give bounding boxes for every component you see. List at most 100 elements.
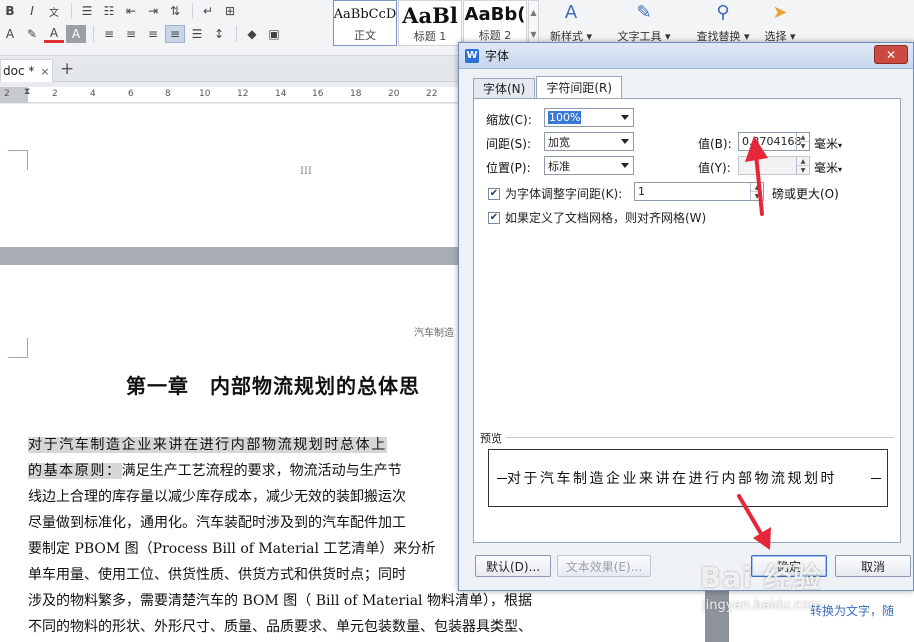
step-down-icon[interactable]: ▼ bbox=[797, 165, 809, 174]
ruler-tick: 12 bbox=[237, 89, 249, 99]
chevron-down-icon bbox=[621, 139, 629, 144]
ruler-tick: 10 bbox=[199, 89, 211, 99]
bold-icon[interactable]: B bbox=[0, 2, 20, 20]
convert-to-text-link[interactable]: 转换为文字，随 bbox=[810, 602, 894, 619]
chevron-down-icon bbox=[621, 115, 629, 120]
kerning-checkbox[interactable]: ✔ bbox=[488, 187, 500, 200]
increase-indent-icon[interactable]: ⇥ bbox=[143, 2, 163, 20]
italic-icon[interactable]: I bbox=[22, 2, 42, 20]
wps-logo-icon: W bbox=[465, 48, 479, 63]
kerning-checkbox-row[interactable]: ✔ 为字体调整字间距(K): bbox=[488, 185, 622, 202]
preview-label: 预览 bbox=[480, 432, 502, 445]
font-dialog: W 字体 ✕ 字体(N) 字符间距(R) 缩放(C): 100% 间距(S): … bbox=[458, 42, 914, 591]
snap-grid-checkbox[interactable]: ✔ bbox=[488, 211, 500, 224]
ok-button[interactable]: 确定 bbox=[751, 555, 827, 577]
style-gallery-scroll[interactable]: ▲ ▼ bbox=[528, 0, 539, 46]
wrench-icon: ✎ bbox=[636, 2, 652, 23]
position-value-input[interactable]: ▲ ▼ bbox=[738, 156, 810, 175]
phonetic-guide-icon[interactable]: 文 bbox=[44, 2, 64, 20]
new-tab-icon[interactable]: + bbox=[60, 60, 74, 78]
char-shading-icon[interactable]: A bbox=[66, 25, 86, 43]
highlight-icon[interactable]: ✎ bbox=[22, 25, 42, 43]
page-gap bbox=[0, 247, 460, 265]
ruler-tick: 2 bbox=[52, 89, 58, 99]
ruler-tick: 22 bbox=[426, 89, 438, 99]
paragraph-line: 涉及的物料繁多，需要清楚汽车的 BOM 图（ Bill of Material … bbox=[28, 593, 532, 609]
decrease-indent-icon[interactable]: ⇤ bbox=[121, 2, 141, 20]
margin-corner-mark bbox=[8, 150, 28, 170]
scroll-up-icon[interactable]: ▲ bbox=[530, 8, 536, 17]
position-unit-select[interactable]: 毫米▾ bbox=[814, 159, 842, 176]
kerning-stepper[interactable]: ▲ ▼ bbox=[750, 183, 763, 200]
dialog-titlebar[interactable]: W 字体 ✕ bbox=[459, 43, 913, 69]
clear-format-icon[interactable]: A bbox=[0, 25, 20, 43]
cancel-button[interactable]: 取消 bbox=[835, 555, 911, 577]
spacing-value-input[interactable]: 0.3704168 ▲ ▼ bbox=[738, 132, 810, 151]
document-tab[interactable]: doc * × bbox=[0, 59, 53, 82]
border-icon[interactable]: ▣ bbox=[264, 25, 284, 43]
style-preview: AaBb( bbox=[464, 4, 526, 25]
tab-character-spacing[interactable]: 字符间距(R) bbox=[536, 76, 623, 98]
close-tab-icon[interactable]: × bbox=[40, 65, 49, 78]
shading-icon[interactable]: ◆ bbox=[242, 25, 262, 43]
step-up-icon[interactable]: ▲ bbox=[797, 133, 809, 141]
style-preview: AaBbCcD bbox=[333, 7, 397, 22]
default-button[interactable]: 默认(D)... bbox=[475, 555, 551, 577]
ruler-tick: 8 bbox=[165, 89, 171, 99]
align-justify-icon[interactable]: ≡ bbox=[165, 25, 185, 43]
style-heading-2[interactable]: AaBb( 标题 2 bbox=[463, 0, 527, 46]
scroll-down-icon[interactable]: ▼ bbox=[530, 30, 536, 39]
document-page-1[interactable] bbox=[0, 104, 460, 247]
step-down-icon[interactable]: ▼ bbox=[751, 191, 763, 200]
snap-grid-checkbox-row[interactable]: ✔ 如果定义了文档网格，则对齐网格(W) bbox=[488, 209, 706, 226]
ruler-tick: 14 bbox=[275, 89, 287, 99]
scale-select[interactable]: 100% bbox=[544, 108, 634, 127]
position-select[interactable]: 标准 bbox=[544, 156, 634, 175]
text-tools-button[interactable]: ✎ 文字工具 ▾ bbox=[612, 0, 676, 46]
style-name: 标题 1 bbox=[413, 30, 447, 43]
spacing-unit-select[interactable]: 毫米▾ bbox=[814, 135, 842, 152]
style-normal[interactable]: AaBbCcD 正文 bbox=[333, 0, 397, 46]
style-name: 标题 2 bbox=[478, 29, 512, 42]
select-button[interactable]: ➤ 选择 ▾ bbox=[760, 0, 800, 46]
style-heading-1[interactable]: AaBl 标题 1 bbox=[398, 0, 462, 46]
tab-font[interactable]: 字体(N) bbox=[473, 78, 536, 98]
style-preview: AaBl bbox=[402, 3, 458, 28]
step-down-icon[interactable]: ▼ bbox=[797, 141, 809, 150]
margin-corner-mark bbox=[8, 338, 28, 358]
line-spacing-icon[interactable]: ↕ bbox=[209, 25, 229, 43]
align-right-icon[interactable]: ≡ bbox=[143, 25, 163, 43]
horizontal-ruler[interactable]: 2 2 4 6 8 10 12 14 16 18 20 22 ⧗ bbox=[0, 87, 460, 103]
spacing-label: 间距(S): bbox=[486, 137, 532, 151]
new-style-button[interactable]: A 新样式 ▾ bbox=[546, 0, 596, 46]
align-left-icon[interactable]: ≡ bbox=[99, 25, 119, 43]
numbered-list-icon[interactable]: ☷ bbox=[99, 2, 119, 20]
ruler-tick: 4 bbox=[90, 89, 96, 99]
paragraph-line: 不同的物料的形状、外形尺寸、质量、品质要求、单元包装数量、包装器具类型、 bbox=[28, 619, 532, 635]
distributed-align-icon[interactable]: ☰ bbox=[187, 25, 207, 43]
ruler-tick: 6 bbox=[128, 89, 134, 99]
document-tab-title: doc * bbox=[3, 64, 35, 78]
find-replace-button[interactable]: ⚲ 查找替换 ▾ bbox=[693, 0, 753, 46]
show-marks-icon[interactable]: ↵ bbox=[198, 2, 218, 20]
step-up-icon[interactable]: ▲ bbox=[797, 157, 809, 165]
ruler-tick: 18 bbox=[350, 89, 362, 99]
font-color-icon[interactable]: A bbox=[44, 25, 64, 43]
kerning-size-input[interactable]: 1 ▲ ▼ bbox=[634, 182, 764, 201]
position-stepper[interactable]: ▲ ▼ bbox=[796, 157, 809, 174]
kerning-label: 为字体调整字间距(K): bbox=[505, 187, 623, 201]
indent-marker-icon[interactable]: ⧗ bbox=[24, 87, 30, 97]
table-borders-icon[interactable]: ⊞ bbox=[220, 2, 240, 20]
text-effect-button[interactable]: 文本效果(E)... bbox=[557, 555, 651, 577]
bullet-list-icon[interactable]: ☰ bbox=[77, 2, 97, 20]
spacing-select[interactable]: 加宽 bbox=[544, 132, 634, 151]
align-center-icon[interactable]: ≡ bbox=[121, 25, 141, 43]
sort-icon[interactable]: ⇅ bbox=[165, 2, 185, 20]
position-label: 位置(P): bbox=[486, 161, 531, 175]
chevron-down-icon: ▾ bbox=[838, 141, 843, 150]
step-up-icon[interactable]: ▲ bbox=[751, 183, 763, 191]
chevron-down-icon: ▾ bbox=[838, 165, 843, 174]
close-dialog-button[interactable]: ✕ bbox=[874, 45, 908, 64]
dialog-title: 字体 bbox=[485, 49, 510, 63]
spacing-stepper[interactable]: ▲ ▼ bbox=[796, 133, 809, 150]
